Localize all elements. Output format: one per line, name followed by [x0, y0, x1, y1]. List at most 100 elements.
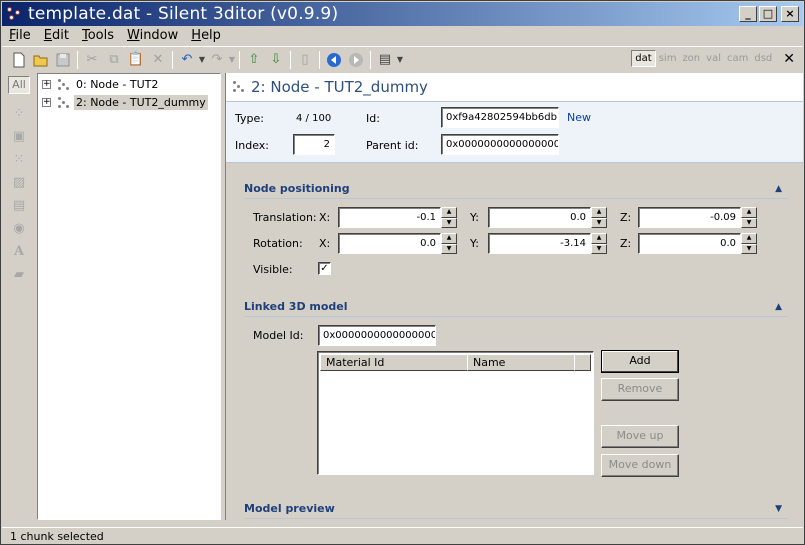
filter-spheres-icon[interactable]: ⁙: [11, 152, 27, 168]
redo-icon[interactable]: ↷: [206, 49, 228, 71]
toolbar-separator: [290, 50, 291, 69]
filter-sound-icon[interactable]: ◉: [11, 221, 27, 237]
filter-all-button[interactable]: All: [8, 76, 30, 94]
id-field[interactable]: 0xf9a42802594bb6db: [441, 107, 559, 128]
rotation-x-spinner[interactable]: 0.0 ▲ ▼: [338, 233, 457, 254]
forward-icon[interactable]: [345, 49, 367, 71]
filter-cube-icon[interactable]: ▣: [11, 129, 27, 145]
spin-up-icon[interactable]: ▲: [441, 207, 457, 218]
delete-icon[interactable]: ✕: [147, 49, 169, 71]
spin-down-icon[interactable]: ▼: [741, 217, 757, 228]
undo-dropdown-icon[interactable]: ▼: [198, 55, 206, 64]
new-id-link[interactable]: New: [567, 111, 591, 124]
mode-sim[interactable]: sim: [656, 51, 680, 66]
section-title: Linked 3D model: [244, 300, 348, 313]
mode-dat[interactable]: dat: [631, 50, 656, 67]
linked-model-header[interactable]: Linked 3D model ▲: [244, 297, 788, 317]
column-name[interactable]: Name: [467, 354, 575, 371]
spin-up-icon[interactable]: ▲: [741, 233, 757, 244]
rotation-y-input[interactable]: -3.14: [488, 233, 591, 254]
save-icon[interactable]: [52, 49, 74, 71]
filter-document-icon[interactable]: ▤: [11, 198, 27, 214]
menu-help[interactable]: Help: [184, 28, 227, 43]
rotation-x-input[interactable]: 0.0: [338, 233, 441, 254]
menu-file[interactable]: File: [2, 28, 37, 43]
minimize-button[interactable]: _: [739, 6, 757, 22]
menu-edit[interactable]: Edit: [37, 28, 75, 43]
spin-down-icon[interactable]: ▼: [591, 243, 607, 254]
move-down-button[interactable]: Move down: [601, 454, 679, 477]
node-positioning-header[interactable]: Node positioning ▲: [244, 179, 788, 199]
rotation-z-spinner[interactable]: 0.0 ▲ ▼: [638, 233, 757, 254]
translation-z-spinner[interactable]: -0.09 ▲ ▼: [638, 207, 757, 228]
paste-icon[interactable]: 📋: [125, 49, 147, 71]
visible-checkbox[interactable]: ✓: [318, 262, 331, 275]
mode-dsd[interactable]: dsd: [751, 51, 775, 66]
spin-down-icon[interactable]: ▼: [441, 243, 457, 254]
spin-up-icon[interactable]: ▲: [441, 233, 457, 244]
mouse-icon[interactable]: ▯: [294, 49, 316, 71]
move-down-arrow-icon[interactable]: ⇩: [265, 49, 287, 71]
translation-x-spinner[interactable]: -0.1 ▲ ▼: [338, 207, 457, 228]
model-id-field[interactable]: 0x0000000000000000: [318, 325, 436, 346]
open-folder-icon[interactable]: [30, 49, 52, 71]
back-icon[interactable]: [323, 49, 345, 71]
spin-down-icon[interactable]: ▼: [741, 243, 757, 254]
list-view-dropdown-icon[interactable]: ▼: [396, 55, 404, 64]
collapse-icon[interactable]: ▲: [775, 184, 782, 194]
remove-button[interactable]: Remove: [601, 378, 679, 401]
redo-dropdown-icon[interactable]: ▼: [228, 55, 236, 64]
expand-section-icon[interactable]: ▼: [775, 504, 782, 514]
rotation-z-input[interactable]: 0.0: [638, 233, 741, 254]
spin-down-icon[interactable]: ▼: [441, 217, 457, 228]
node-icon: [57, 96, 71, 110]
rotation-label: Rotation:: [253, 237, 303, 250]
spin-down-icon[interactable]: ▼: [591, 217, 607, 228]
node-icon: [232, 80, 246, 94]
translation-y-spinner[interactable]: 0.0 ▲ ▼: [488, 207, 607, 228]
new-file-icon[interactable]: [8, 49, 30, 71]
menu-tools[interactable]: Tools: [75, 28, 120, 43]
filter-texture-icon[interactable]: ▨: [11, 175, 27, 191]
add-button[interactable]: Add: [601, 350, 679, 373]
menu-window[interactable]: Window: [120, 28, 184, 43]
close-document-icon[interactable]: ✕: [783, 51, 795, 67]
mode-cam[interactable]: cam: [724, 51, 751, 66]
filter-plane-icon[interactable]: ▰: [11, 267, 27, 283]
translation-x-input[interactable]: -0.1: [338, 207, 441, 228]
spin-up-icon[interactable]: ▲: [591, 207, 607, 218]
move-up-arrow-icon[interactable]: ⇧: [243, 49, 265, 71]
window-title: template.dat - Silent 3ditor (v0.9.9): [28, 4, 339, 24]
parent-id-label: Parent id:: [366, 139, 419, 152]
rotation-y-spinner[interactable]: -3.14 ▲ ▼: [488, 233, 607, 254]
move-up-button[interactable]: Move up: [601, 425, 679, 448]
tree-item[interactable]: + 0: Node - TUT2: [42, 76, 160, 93]
expand-icon[interactable]: +: [42, 80, 51, 89]
index-field[interactable]: 2: [293, 134, 335, 155]
title-bar[interactable]: template.dat - Silent 3ditor (v0.9.9) _ …: [2, 2, 803, 26]
model-preview-header[interactable]: Model preview ▼: [244, 499, 788, 519]
close-button[interactable]: ×: [781, 6, 799, 22]
maximize-button[interactable]: □: [759, 6, 777, 22]
collapse-icon[interactable]: ▲: [775, 302, 782, 312]
spin-up-icon[interactable]: ▲: [741, 207, 757, 218]
toolbar: ✂ ⧉ 📋 ✕ ↶ ▼ ↷ ▼ ⇧ ⇩ ▯ ▤ ▼ dat sim zon va…: [2, 46, 803, 72]
mode-val[interactable]: val: [703, 51, 724, 66]
tree-item[interactable]: + 2: Node - TUT2_dummy: [42, 94, 208, 111]
translation-y-input[interactable]: 0.0: [488, 207, 591, 228]
chunk-tree[interactable]: + 0: Node - TUT2 + 2: Node - TUT2_dummy: [37, 73, 221, 520]
filter-font-icon[interactable]: A: [11, 244, 27, 260]
cut-icon[interactable]: ✂: [81, 49, 103, 71]
materials-list[interactable]: Material Id Name: [317, 351, 594, 475]
translation-z-input[interactable]: -0.09: [638, 207, 741, 228]
parent-id-field[interactable]: 0x0000000000000000: [441, 134, 559, 155]
column-material-id[interactable]: Material Id: [320, 354, 468, 371]
list-view-icon[interactable]: ▤: [374, 49, 396, 71]
mode-zon[interactable]: zon: [679, 51, 703, 66]
expand-icon[interactable]: +: [42, 98, 51, 107]
copy-icon[interactable]: ⧉: [103, 49, 125, 71]
spin-up-icon[interactable]: ▲: [591, 233, 607, 244]
filter-nodes-icon[interactable]: ⁘: [11, 106, 27, 122]
undo-icon[interactable]: ↶: [176, 49, 198, 71]
type-value: 4 / 100: [296, 113, 332, 124]
